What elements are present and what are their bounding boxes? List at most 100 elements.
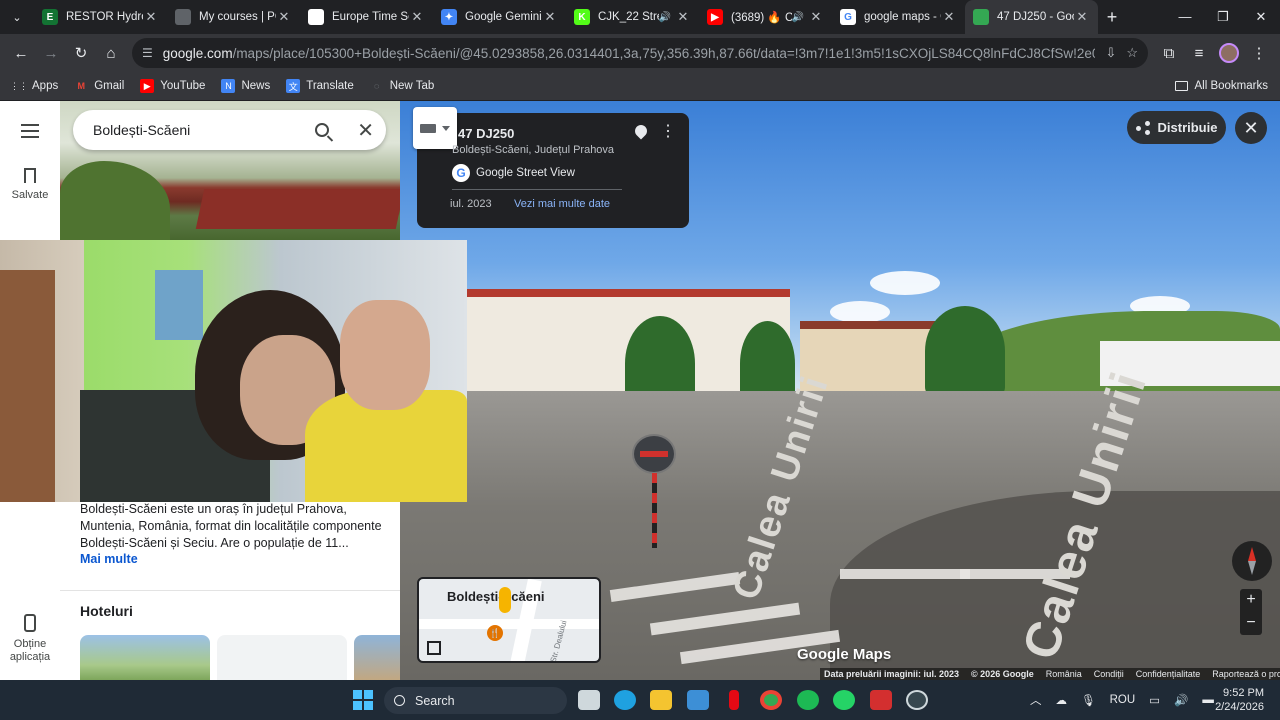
terms-link[interactable]: Condiții <box>1094 669 1124 679</box>
hotel-card[interactable] <box>354 635 400 680</box>
netflix-icon[interactable] <box>729 690 739 710</box>
search-input[interactable]: Boldești-Scăeni <box>93 122 315 138</box>
browser-tab[interactable]: ▶ (3689) 🔥 Co🔊 ✕ <box>699 0 832 34</box>
divider <box>60 590 400 591</box>
saved-button[interactable]: Salvate <box>0 168 60 201</box>
reload-button[interactable]: ↻ <box>66 38 96 68</box>
menu-hamburger-icon[interactable] <box>21 124 39 142</box>
keyboard-shortcuts-button[interactable] <box>413 107 457 149</box>
bookmarks-bar: ⋮⋮ Apps M Gmail ▶ YouTube N News 文 Translate … <box>0 72 1280 101</box>
compass-icon[interactable] <box>1232 541 1272 581</box>
tab-close-icon[interactable]: ✕ <box>808 9 824 25</box>
more-link[interactable]: Mai multe <box>80 552 138 566</box>
location-pin-icon[interactable] <box>632 122 650 140</box>
bookmark-gmail[interactable]: M Gmail <box>74 79 124 93</box>
bookmark-star-icon[interactable]: ☆ <box>1126 45 1138 61</box>
hotel-card[interactable] <box>217 635 347 680</box>
all-bookmarks-button[interactable]: All Bookmarks <box>1174 80 1268 92</box>
network-icon[interactable]: ▭ <box>1149 693 1160 707</box>
profile-avatar[interactable] <box>1214 38 1244 68</box>
task-view-icon[interactable] <box>578 690 600 710</box>
browser-tab[interactable]: 47 DJ250 - Goog✕ <box>965 0 1098 34</box>
browser-tab[interactable]: ✦ Google Gemini ✕ <box>433 0 566 34</box>
keyboard-icon <box>420 123 436 133</box>
address-bar[interactable]: ☰ google.com /maps/place/105300+Boldești… <box>132 38 1148 68</box>
forward-button[interactable]: → <box>36 38 66 68</box>
store-icon[interactable] <box>687 690 709 710</box>
country-link[interactable]: România <box>1046 669 1082 679</box>
bookmark-translate[interactable]: 文 Translate <box>286 79 354 93</box>
bookmark-youtube[interactable]: ▶ YouTube <box>140 79 205 93</box>
close-window-icon[interactable]: ✕ <box>1242 9 1280 25</box>
new-tab-button[interactable]: + <box>1098 7 1126 28</box>
more-options-icon[interactable]: ⋮ <box>660 124 676 140</box>
tab-title: My courses | PO <box>199 11 276 23</box>
tab-audio-icon[interactable]: 🔊 <box>792 12 804 23</box>
search-box[interactable]: Boldești-Scăeni ✕ <box>73 110 386 150</box>
report-link[interactable]: Raportează o problemă <box>1212 669 1280 679</box>
browser-tab[interactable]: Ggoogle maps - G ✕ <box>832 0 965 34</box>
browser-tab[interactable]: My courses | PO ✕ <box>167 0 300 34</box>
place-description: Boldești-Scăeni este un oraș în județul … <box>80 502 382 550</box>
microphone-icon[interactable]: 🎙 <box>1081 693 1096 707</box>
clock[interactable]: 9:52 PM 2/24/2026 <box>1206 686 1264 714</box>
news-icon: N <box>221 79 236 93</box>
volume-icon[interactable]: 🔊 <box>1174 693 1188 707</box>
bookmark-news[interactable]: N News <box>221 79 270 93</box>
restore-icon[interactable]: ❐ <box>1204 9 1242 25</box>
zoom-in-button[interactable]: + <box>1240 589 1262 612</box>
bookmark-apps[interactable]: ⋮⋮ Apps <box>10 79 58 93</box>
onedrive-icon[interactable]: ☁ <box>1056 693 1068 707</box>
street-view-source: G Google Street View <box>452 164 575 182</box>
chrome-icon[interactable] <box>760 690 782 710</box>
pegman-icon[interactable] <box>499 587 511 613</box>
zoom-out-button[interactable]: − <box>1240 612 1262 635</box>
restaurant-icon: 🍴 <box>487 625 503 641</box>
bookmark-new-tab[interactable]: ◌ New Tab <box>370 79 434 93</box>
media-control-icon[interactable]: ≡ <box>1184 38 1214 68</box>
language-indicator[interactable]: ROU <box>1110 694 1136 706</box>
tab-close-icon[interactable]: ✕ <box>143 9 159 25</box>
tab-close-icon[interactable]: ✕ <box>1074 9 1090 25</box>
hotel-card[interactable] <box>80 635 210 680</box>
tab-search-button[interactable]: ⌄ <box>0 0 34 34</box>
tab-close-icon[interactable]: ✕ <box>542 9 558 25</box>
browser-tab[interactable]: Europe Time Ser✕ <box>300 0 433 34</box>
obs-icon[interactable] <box>906 690 928 710</box>
tab-audio-icon[interactable]: 🔊 <box>659 12 671 23</box>
get-app-button[interactable]: Obține aplicația <box>0 614 60 664</box>
edge-icon[interactable] <box>614 690 636 710</box>
start-windows-icon[interactable] <box>353 690 373 710</box>
install-app-icon[interactable]: ⇩ <box>1105 45 1116 61</box>
clear-search-icon[interactable]: ✕ <box>357 118 374 143</box>
phone-icon <box>24 614 36 632</box>
privacy-link[interactable]: Confidențialitate <box>1136 669 1201 679</box>
search-icon[interactable] <box>315 123 330 137</box>
caret-down-icon <box>442 125 450 131</box>
mini-map-label: Boldești-Scăeni <box>447 589 545 604</box>
site-info-icon[interactable]: ☰ <box>142 46 153 60</box>
more-dates-link[interactable]: Vezi mai multe date <box>514 198 610 210</box>
browser-tab[interactable]: E RESTOR Hydro d✕ <box>34 0 167 34</box>
close-street-view-button[interactable]: ✕ <box>1235 112 1267 144</box>
locality-text: Boldești-Scăeni, Județul Prahova <box>452 144 615 156</box>
tab-close-icon[interactable]: ✕ <box>276 9 292 25</box>
whatsapp-icon[interactable] <box>833 690 855 710</box>
share-button[interactable]: Distribuie <box>1127 111 1226 144</box>
taskbar-search[interactable]: Search <box>384 687 567 714</box>
chevron-up-icon[interactable]: ︿ <box>1030 692 1042 708</box>
mini-map[interactable]: Boldești-Scăeni 🍴 Str. Dealului <box>417 577 601 663</box>
minimize-icon[interactable]: — <box>1166 9 1204 25</box>
tab-close-icon[interactable]: ✕ <box>941 9 957 25</box>
acrobat-icon[interactable] <box>870 690 892 710</box>
tab-close-icon[interactable]: ✕ <box>409 9 425 25</box>
expand-map-icon[interactable] <box>427 641 441 655</box>
back-button[interactable]: ← <box>6 38 36 68</box>
menu-icon[interactable]: ⋮ <box>1244 38 1274 68</box>
home-button[interactable]: ⌂ <box>96 38 126 68</box>
browser-tab[interactable]: K CJK_22 Strea🔊 ✕ <box>566 0 699 34</box>
file-explorer-icon[interactable] <box>650 690 672 710</box>
extensions-icon[interactable]: ⧉ <box>1154 38 1184 68</box>
spotify-icon[interactable] <box>797 690 819 710</box>
tab-close-icon[interactable]: ✕ <box>675 9 691 25</box>
